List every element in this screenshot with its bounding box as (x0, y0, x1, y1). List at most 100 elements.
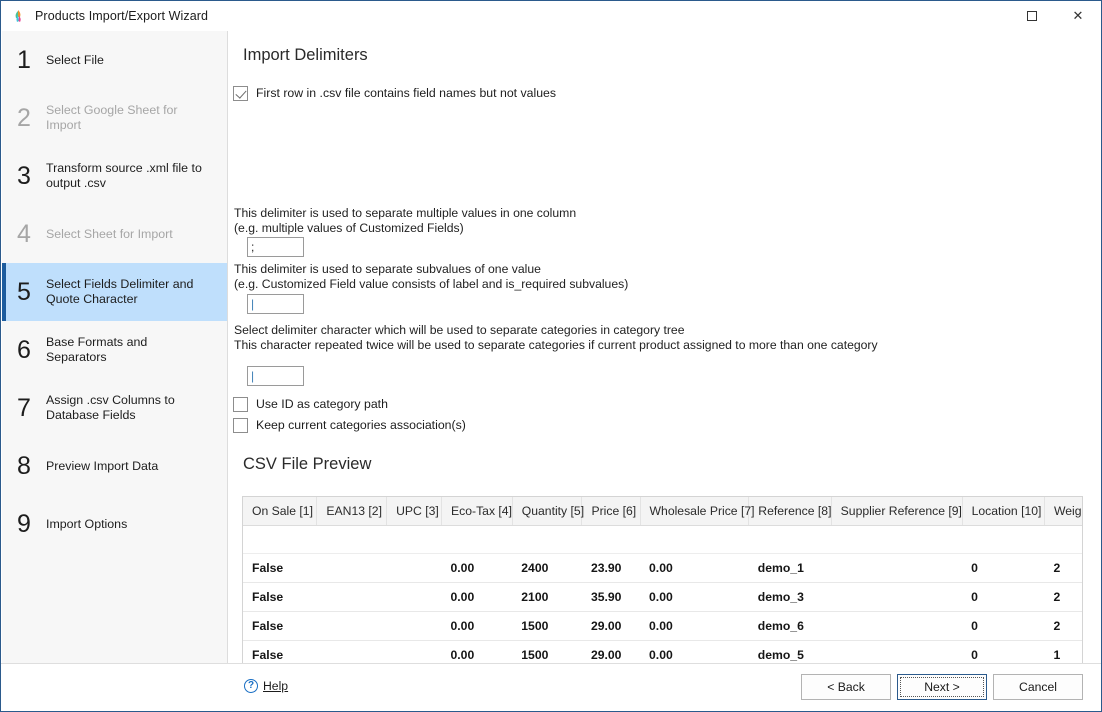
csv-preview-table: On Sale [1] EAN13 [2] UPC [3] Eco-Tax [4] Qu… (243, 497, 1082, 670)
step-number: 6 (17, 335, 31, 364)
back-button[interactable]: < Back (801, 674, 891, 700)
sidebar-item-select-file[interactable]: 1 Select File (2, 31, 227, 89)
maximize-button[interactable] (1009, 1, 1055, 31)
multi-value-delimiter-input[interactable] (247, 237, 304, 257)
step-number: 3 (17, 161, 31, 190)
title-bar: Products Import/Export Wizard ✕ (1, 1, 1101, 31)
table-cell: 2400 (512, 553, 582, 583)
table-column-header[interactable]: UPC [3] (386, 497, 443, 526)
table-row[interactable]: False 0.00 1500 29.00 0.00 demo_6 0 2 (243, 611, 1082, 641)
table-cell (441, 525, 513, 554)
table-cell: demo_3 (748, 582, 832, 612)
step-label: Transform source .xml file to output .cs… (46, 161, 202, 190)
first-row-field-names-checkbox-row[interactable]: First row in .csv file contains field na… (233, 86, 556, 101)
sidebar-item-base-formats[interactable]: 6 Base Formats and Separators (2, 321, 227, 379)
table-cell: 0.00 (441, 611, 513, 641)
step-number: 8 (17, 451, 31, 480)
table-column-header[interactable]: Eco-Tax [4] (441, 497, 513, 526)
table-cell (512, 525, 582, 554)
use-id-as-category-path-checkbox[interactable] (233, 397, 248, 412)
table-header: On Sale [1] EAN13 [2] UPC [3] Eco-Tax [4] Qu… (243, 497, 1082, 526)
table-column-header[interactable]: Reference [8] (748, 497, 832, 526)
multi-value-delimiter-description: This delimiter is used to separate multi… (234, 206, 577, 235)
table-column-header[interactable]: Supplier Reference [9] (831, 497, 963, 526)
table-column-header[interactable]: Wholesale Price [7] (640, 497, 755, 526)
back-label: < Back (827, 680, 865, 694)
sidebar-item-select-sheet[interactable]: 4 Select Sheet for Import (2, 205, 227, 263)
category-delimiter-description: Select delimiter character which will be… (234, 323, 878, 352)
table-cell: 0 (962, 611, 1045, 641)
step-number: 2 (17, 103, 31, 132)
table-cell (316, 611, 387, 641)
step-label: Select Sheet for Import (46, 226, 173, 241)
help-link[interactable]: ? Help (244, 679, 288, 693)
sidebar-item-select-google-sheet[interactable]: 2 Select Google Sheet for Import (2, 89, 227, 147)
table-row[interactable]: False 0.00 2400 23.90 0.00 demo_1 0 2 (243, 553, 1082, 583)
question-circle-icon: ? (244, 679, 258, 693)
table-column-header[interactable]: EAN13 [2] (316, 497, 388, 526)
table-column-header[interactable]: Weight [11] (1044, 497, 1082, 526)
table-cell: 0.00 (441, 582, 513, 612)
cancel-button[interactable]: Cancel (993, 674, 1083, 700)
sidebar-item-transform-xml[interactable]: 3 Transform source .xml file to output .… (2, 147, 227, 205)
category-delimiter-input[interactable] (247, 366, 304, 386)
step-number: 4 (17, 219, 31, 248)
step-label: Base Formats and Separators (46, 335, 148, 364)
table-cell: 2 (1044, 553, 1082, 583)
table-column-header[interactable]: Price [6] (581, 497, 641, 526)
table-cell (581, 525, 641, 554)
keep-categories-association-checkbox[interactable] (233, 418, 248, 433)
window-controls: ✕ (1009, 1, 1101, 31)
table-cell (386, 611, 442, 641)
table-cell: 2 (1044, 582, 1082, 612)
first-row-field-names-checkbox[interactable] (233, 86, 248, 101)
sidebar-item-assign-columns[interactable]: 7 Assign .csv Columns to Database Fields (2, 379, 227, 437)
table-cell: False (243, 582, 317, 612)
subvalue-delimiter-description: This delimiter is used to separate subva… (234, 262, 629, 291)
table-cell: 23.90 (581, 553, 641, 583)
table-cell: 0.00 (640, 553, 749, 583)
table-cell: 0 (962, 582, 1045, 612)
table-cell: demo_6 (748, 611, 832, 641)
keep-categories-association-label: Keep current categories association(s) (256, 418, 466, 432)
table-cell (831, 582, 963, 612)
table-cell (831, 553, 963, 583)
table-cell (386, 525, 442, 554)
table-cell (962, 525, 1045, 554)
step-label: Preview Import Data (46, 458, 159, 473)
use-id-as-category-path-row[interactable]: Use ID as category path (233, 397, 388, 412)
table-row[interactable] (243, 525, 1082, 554)
page-title: Import Delimiters (243, 46, 368, 64)
table-cell: False (243, 553, 317, 583)
sidebar-item-fields-delimiter[interactable]: 5 Select Fields Delimiter and Quote Char… (2, 263, 227, 321)
step-label: Select File (46, 52, 104, 67)
table-cell (748, 525, 832, 554)
subvalue-delimiter-input[interactable] (247, 294, 304, 314)
wizard-window: Products Import/Export Wizard ✕ 1 Select… (0, 0, 1102, 712)
table-cell: 0.00 (640, 611, 749, 641)
cancel-label: Cancel (1019, 680, 1057, 694)
step-number: 1 (17, 45, 31, 74)
close-button[interactable]: ✕ (1055, 1, 1101, 31)
next-button[interactable]: Next > (897, 674, 987, 700)
table-column-header[interactable]: Quantity [5] (512, 497, 584, 526)
csv-preview-title: CSV File Preview (243, 455, 372, 473)
footer-bar: ? Help < Back Next > Cancel (1, 663, 1101, 711)
use-id-as-category-path-label: Use ID as category path (256, 397, 388, 411)
sidebar-item-import-options[interactable]: 9 Import Options (2, 495, 227, 553)
keep-categories-association-row[interactable]: Keep current categories association(s) (233, 418, 466, 433)
table-header-row: On Sale [1] EAN13 [2] UPC [3] Eco-Tax [4] Qu… (243, 497, 1082, 526)
table-row[interactable]: False 0.00 2100 35.90 0.00 demo_3 0 2 (243, 582, 1082, 612)
table-cell (316, 582, 387, 612)
step-number: 7 (17, 393, 31, 422)
table-column-header[interactable]: On Sale [1] (243, 497, 318, 526)
step-label: Select Fields Delimiter and Quote Charac… (46, 277, 194, 306)
step-label: Import Options (46, 516, 128, 531)
app-leaf-icon (10, 8, 26, 24)
table-column-header[interactable]: Location [10] (962, 497, 1046, 526)
table-body: False 0.00 2400 23.90 0.00 demo_1 0 2 False 0.00 2… (243, 525, 1082, 670)
sidebar-item-preview-import[interactable]: 8 Preview Import Data (2, 437, 227, 495)
maximize-icon (1027, 11, 1037, 21)
table-cell: 2100 (512, 582, 582, 612)
csv-preview-table-container[interactable]: On Sale [1] EAN13 [2] UPC [3] Eco-Tax [4] Qu… (242, 496, 1083, 681)
